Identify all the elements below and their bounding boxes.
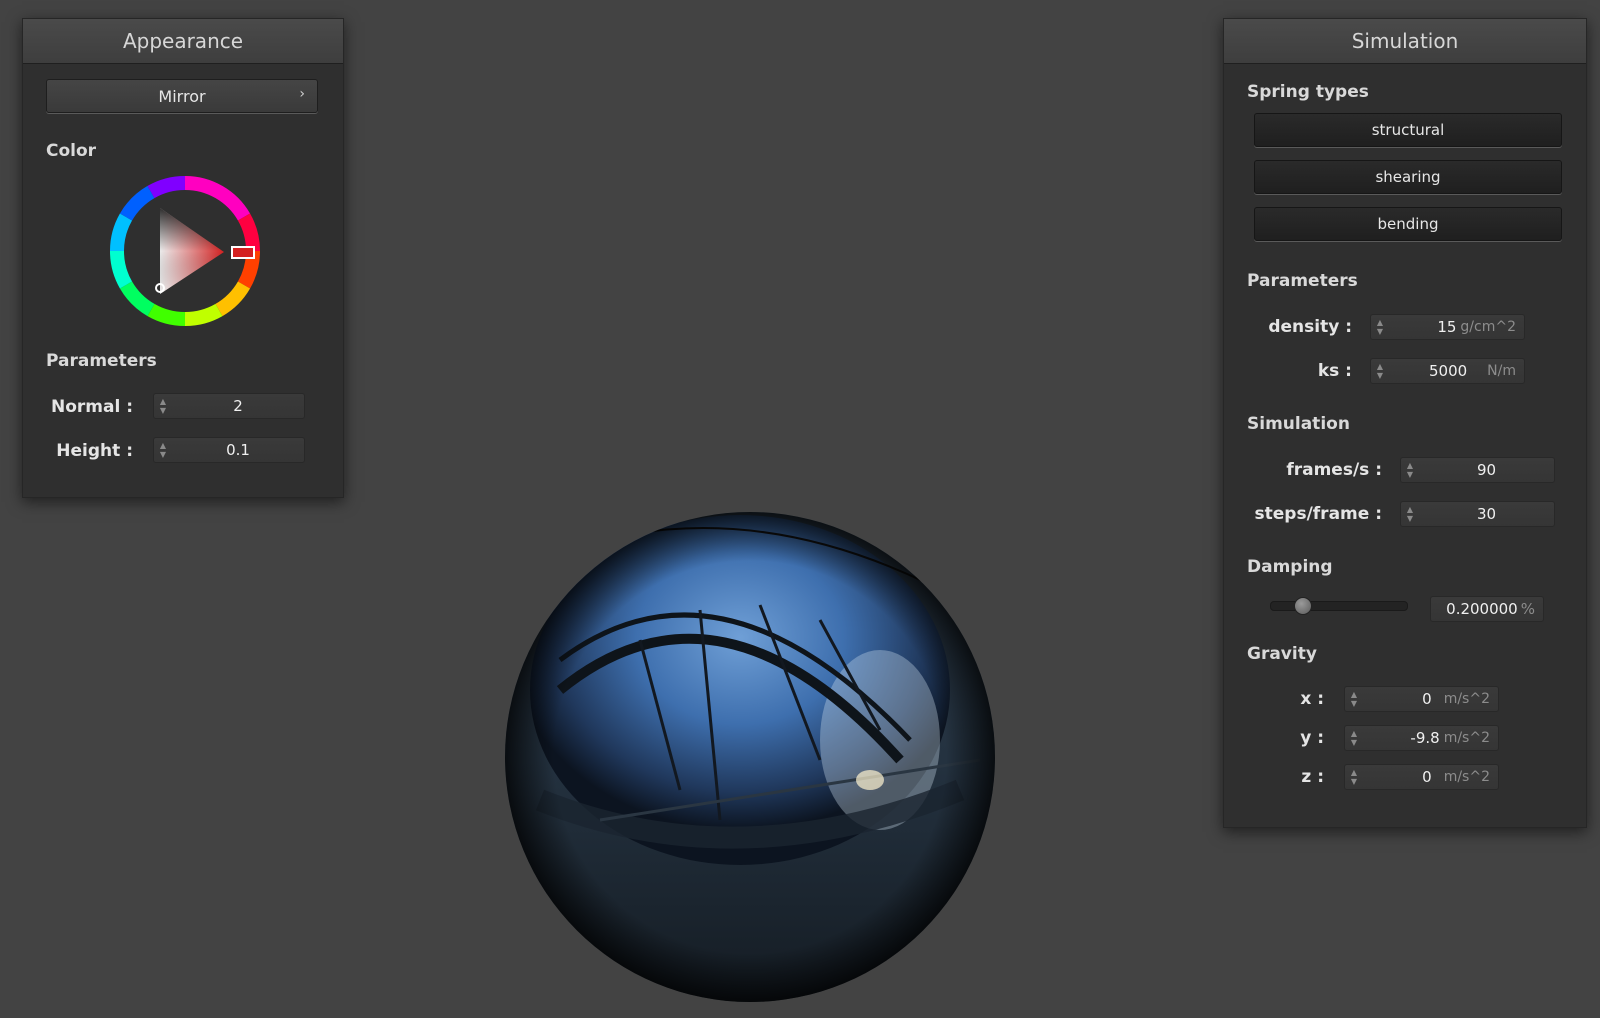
sim-simulation-label: Simulation [1247, 414, 1350, 434]
gravity-y-unit: m/s^2 [1443, 730, 1490, 746]
damping-label: Damping [1247, 557, 1333, 577]
spin-arrows-icon[interactable]: ▲ ▼ [1371, 359, 1389, 383]
frames-per-s-spinbox[interactable]: ▲ ▼ 90 [1400, 457, 1555, 483]
chevron-right-icon: › [299, 86, 305, 102]
steps-per-frame-label: steps/frame : [1254, 504, 1382, 524]
spring-bending-button[interactable]: bending [1254, 207, 1562, 241]
spin-arrows-icon[interactable]: ▲ ▼ [1345, 765, 1363, 789]
spin-arrows-icon[interactable]: ▲ ▼ [1345, 726, 1363, 750]
density-unit: g/cm^2 [1460, 319, 1516, 335]
hue-ring-handle [231, 246, 255, 259]
spin-arrows-icon[interactable]: ▲ ▼ [154, 394, 172, 418]
spin-arrows-icon[interactable]: ▲ ▼ [154, 438, 172, 462]
spring-types-label: Spring types [1247, 82, 1369, 102]
appearance-parameters-label: Parameters [46, 351, 157, 371]
height-spinbox[interactable]: ▲ ▼ 0.1 [153, 437, 305, 463]
steps-per-frame-value: 30 [1476, 505, 1497, 523]
shader-select-label: Mirror [158, 86, 206, 106]
steps-per-frame-spinbox[interactable]: ▲ ▼ 30 [1400, 501, 1555, 527]
shader-select-button[interactable]: Mirror › [46, 79, 318, 113]
spring-bending-label: bending [1377, 215, 1439, 233]
gravity-y-spinbox[interactable]: ▲ ▼ -9.8 m/s^2 [1344, 725, 1499, 751]
frames-per-s-value: 90 [1476, 461, 1497, 479]
spring-structural-button[interactable]: structural [1254, 113, 1562, 147]
appearance-panel-title: Appearance [23, 19, 343, 64]
gravity-z-value: 0 [1422, 768, 1432, 786]
spin-arrows-icon[interactable]: ▲ ▼ [1401, 502, 1419, 526]
damping-slider-handle[interactable] [1294, 597, 1312, 615]
frames-per-s-label: frames/s : [1286, 460, 1382, 480]
gravity-y-label: y : [1300, 728, 1324, 748]
ks-value: 5000 [1428, 362, 1468, 380]
color-section-label: Color [46, 141, 97, 161]
density-value: 15 [1437, 318, 1457, 336]
damping-value-field[interactable]: 0.200000 % [1430, 596, 1544, 622]
appearance-title-text: Appearance [122, 29, 244, 53]
simulation-panel: Simulation Spring types structural shear… [1223, 18, 1587, 828]
normal-spinbox[interactable]: ▲ ▼ 2 [153, 393, 305, 419]
damping-value: 0.200000 [1446, 600, 1518, 618]
appearance-panel: Appearance Mirror › Color Parameters Nor… [22, 18, 344, 498]
ks-unit: N/m [1487, 363, 1516, 379]
spring-shearing-button[interactable]: shearing [1254, 160, 1562, 194]
spin-arrows-icon[interactable]: ▲ ▼ [1345, 687, 1363, 711]
damping-slider[interactable] [1270, 601, 1408, 611]
damping-unit: % [1520, 600, 1535, 618]
spring-structural-label: structural [1371, 121, 1445, 139]
gravity-x-spinbox[interactable]: ▲ ▼ 0 m/s^2 [1344, 686, 1499, 712]
sim-parameters-label: Parameters [1247, 271, 1358, 291]
height-label: Height : [56, 441, 133, 461]
gravity-x-label: x : [1300, 689, 1324, 709]
spin-arrows-icon[interactable]: ▲ ▼ [1401, 458, 1419, 482]
gravity-x-value: 0 [1422, 690, 1432, 708]
gravity-z-label: z : [1301, 767, 1324, 787]
simulation-title-text: Simulation [1351, 29, 1459, 53]
gravity-label: Gravity [1247, 644, 1317, 664]
normal-label: Normal : [50, 397, 133, 417]
height-value: 0.1 [226, 441, 250, 459]
density-label: density : [1268, 317, 1352, 337]
color-wheel[interactable] [110, 176, 260, 326]
ks-spinbox[interactable]: ▲ ▼ 5000 N/m [1370, 358, 1525, 384]
gravity-z-spinbox[interactable]: ▲ ▼ 0 m/s^2 [1344, 764, 1499, 790]
spin-arrows-icon[interactable]: ▲ ▼ [1371, 315, 1389, 339]
spring-shearing-label: shearing [1375, 168, 1441, 186]
normal-value: 2 [233, 397, 243, 415]
simulation-panel-title: Simulation [1224, 19, 1586, 64]
gravity-y-value: -9.8 [1410, 729, 1440, 747]
ks-label: ks : [1317, 361, 1352, 381]
density-spinbox[interactable]: ▲ ▼ 15 g/cm^2 [1370, 314, 1525, 340]
gravity-z-unit: m/s^2 [1443, 769, 1490, 785]
gravity-x-unit: m/s^2 [1443, 691, 1490, 707]
